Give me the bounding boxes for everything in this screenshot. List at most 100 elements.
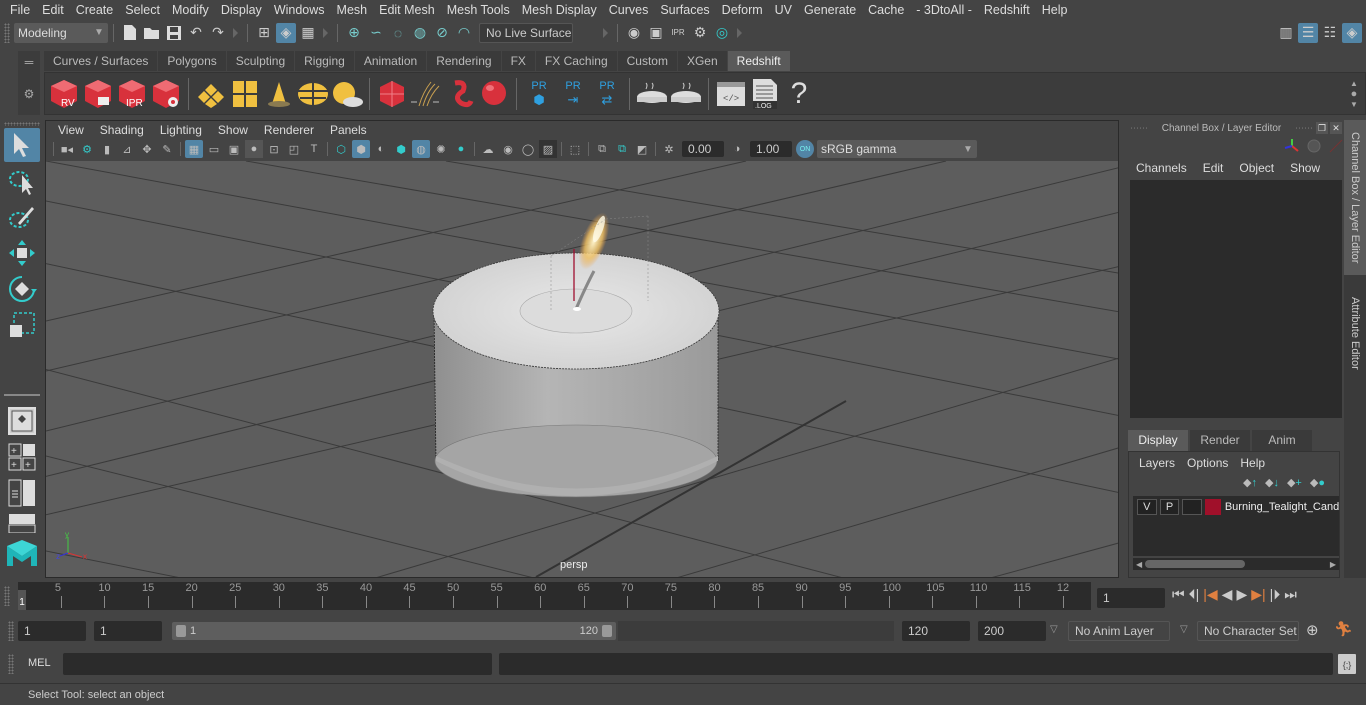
channel-box-menu-object[interactable]: Object — [1231, 161, 1282, 175]
shelf-tab-sculpting[interactable]: Sculpting — [226, 51, 295, 71]
go-to-end-icon[interactable]: ⏭ — [1284, 586, 1297, 603]
shelf-settings-icon[interactable]: ⚙ — [18, 87, 40, 101]
four-view-layout-icon[interactable]: + + + — [4, 440, 40, 474]
snap-point-icon[interactable]: ◌ — [388, 23, 408, 43]
play-forwards-icon[interactable]: ▶ — [1236, 586, 1247, 603]
animation-start-field[interactable]: 1 — [18, 621, 86, 641]
grip-handle[interactable]: ⋯⋯ — [1295, 123, 1313, 134]
viewport-menu-renderer[interactable]: Renderer — [256, 123, 322, 137]
shelf-menu-icon[interactable]: ═ — [18, 55, 40, 69]
gate-mask-icon[interactable]: ● — [245, 140, 263, 158]
menu-deform[interactable]: Deform — [716, 0, 769, 20]
grip-handle[interactable] — [4, 22, 10, 43]
channel-box-toggle-icon[interactable]: ◈ — [1342, 22, 1362, 43]
resolution-gate-icon[interactable]: ▣ — [225, 140, 243, 158]
select-tool-icon[interactable] — [4, 128, 40, 162]
collapse-arrow-icon[interactable] — [323, 27, 328, 38]
viewport-menu-show[interactable]: Show — [210, 123, 256, 137]
rotate-tool-icon[interactable] — [4, 272, 40, 306]
close-icon[interactable]: ✕ — [1330, 122, 1342, 134]
menu-3dtoall[interactable]: - 3DtoAll - — [910, 0, 978, 20]
persp-graph-layout-icon[interactable] — [4, 512, 40, 534]
menu-cache[interactable]: Cache — [862, 0, 910, 20]
wireframe-on-shaded-icon[interactable]: ⬢ — [392, 140, 410, 158]
menu-generate[interactable]: Generate — [798, 0, 862, 20]
pr-convert-icon[interactable]: PR ⇄ — [591, 76, 623, 112]
screen-space-ao-icon[interactable]: ☁ — [479, 140, 497, 158]
render-settings-icon[interactable]: ⚙ — [690, 23, 710, 43]
layer-menu-options[interactable]: Options — [1181, 456, 1234, 470]
rs-material-icon[interactable] — [478, 76, 510, 112]
chevron-down-icon[interactable]: ▽ — [1050, 624, 1058, 635]
step-back-key-icon[interactable]: |◀ — [1203, 586, 1217, 603]
range-end-handle[interactable] — [602, 625, 612, 637]
channel-box-menu-channels[interactable]: Channels — [1128, 161, 1195, 175]
channel-box-menu-edit[interactable]: Edit — [1195, 161, 1232, 175]
color-management-toggle[interactable]: ON — [796, 140, 814, 158]
menu-curves[interactable]: Curves — [603, 0, 655, 20]
shelf-tab-fx[interactable]: FX — [501, 51, 535, 71]
time-slider[interactable]: 5 10 15 20 25 30 35 40 45 50 55 60 65 70 75 80 85 90 95 100… — [18, 582, 1091, 610]
render-view-icon[interactable]: ◉ — [624, 23, 644, 43]
menu-display[interactable]: Display — [215, 0, 268, 20]
viewport-menu-view[interactable]: View — [50, 123, 92, 137]
animation-preferences-icon[interactable]: 🏃︎ — [1334, 620, 1353, 638]
shelf-tab-animation[interactable]: Animation — [354, 51, 427, 71]
go-to-start-icon[interactable]: ⏮ — [1172, 586, 1185, 603]
shelf-tab-curves-surfaces[interactable]: Curves / Surfaces — [44, 51, 158, 71]
redo-icon[interactable]: ↷ — [208, 23, 228, 43]
rs-sun-sky-icon[interactable] — [331, 76, 363, 112]
layer-menu-help[interactable]: Help — [1234, 456, 1271, 470]
shadows-icon[interactable]: ● — [452, 140, 470, 158]
rs-render-settings-icon[interactable] — [150, 76, 182, 112]
script-editor-icon[interactable]: </> — [715, 76, 747, 112]
chevron-down-icon[interactable]: ▽ — [1180, 624, 1188, 635]
paint-select-tool-icon[interactable] — [4, 200, 40, 234]
grip-handle[interactable]: ⋯⋯ — [1130, 123, 1148, 134]
menu-file[interactable]: File — [4, 0, 36, 20]
field-chart-icon[interactable]: ⊡ — [265, 140, 283, 158]
select-hierarchy-icon[interactable]: ⊞ — [254, 23, 274, 43]
depth-of-field-icon[interactable]: ▨ — [539, 140, 557, 158]
attribute-editor-toggle-icon[interactable]: ☰ — [1298, 22, 1318, 43]
layer-type-toggle[interactable] — [1182, 499, 1203, 515]
viewport-menu-shading[interactable]: Shading — [92, 123, 152, 137]
camera-attributes-icon[interactable]: ⚙ — [78, 140, 96, 158]
layer-tab-render[interactable]: Render — [1190, 430, 1250, 451]
layer-name[interactable]: Burning_Tealight_Candle — [1225, 501, 1339, 513]
xray-icon[interactable]: ⧉ — [593, 140, 611, 158]
auto-key-icon[interactable]: ⊕ — [1306, 621, 1319, 639]
bookmark-icon[interactable]: ▮ — [98, 140, 116, 158]
viewport-menu-panels[interactable]: Panels — [322, 123, 375, 137]
layer-row[interactable]: V P Burning_Tealight_Candle — [1133, 496, 1339, 518]
layer-tab-display[interactable]: Display — [1128, 430, 1188, 451]
tab-attribute-editor[interactable]: Attribute Editor — [1344, 283, 1366, 383]
animation-end-field[interactable]: 200 — [978, 621, 1046, 641]
snap-view-plane-icon[interactable]: ◍ — [410, 23, 430, 43]
menu-select[interactable]: Select — [119, 0, 166, 20]
rs-spot-light-icon[interactable] — [263, 76, 295, 112]
hyperbolic-icon[interactable] — [1328, 138, 1344, 154]
outliner-persp-layout-icon[interactable] — [4, 476, 40, 510]
playback-start-field[interactable]: 1 — [94, 621, 162, 641]
collapse-arrow-icon[interactable] — [603, 27, 608, 38]
rs-area-light-icon[interactable] — [195, 76, 227, 112]
current-time-marker[interactable]: 1 — [18, 590, 26, 610]
menu-uv[interactable]: UV — [769, 0, 798, 20]
snap-surface-icon[interactable]: ⊘ — [432, 23, 452, 43]
shelf-tab-rigging[interactable]: Rigging — [295, 51, 354, 71]
new-scene-icon[interactable] — [120, 23, 140, 43]
pr-export-icon[interactable]: PR ⇥ — [557, 76, 589, 112]
menu-redshift[interactable]: Redshift — [978, 0, 1036, 20]
isolate-select-icon[interactable]: ⬚ — [566, 140, 584, 158]
ipr-render-icon[interactable]: IPR — [668, 23, 688, 43]
help-icon[interactable]: ? — [783, 76, 815, 112]
safe-title-icon[interactable]: T — [305, 140, 323, 158]
baking-2-icon[interactable] — [670, 76, 702, 112]
step-back-frame-icon[interactable]: ⏴| — [1189, 586, 1200, 603]
float-panel-icon[interactable]: ❐ — [1316, 122, 1328, 134]
save-scene-icon[interactable] — [164, 23, 184, 43]
shelf-tab-polygons[interactable]: Polygons — [158, 51, 226, 71]
log-icon[interactable]: .LOG — [749, 76, 781, 112]
layer-horizontal-scrollbar[interactable]: ◀ ▶ — [1133, 558, 1339, 570]
